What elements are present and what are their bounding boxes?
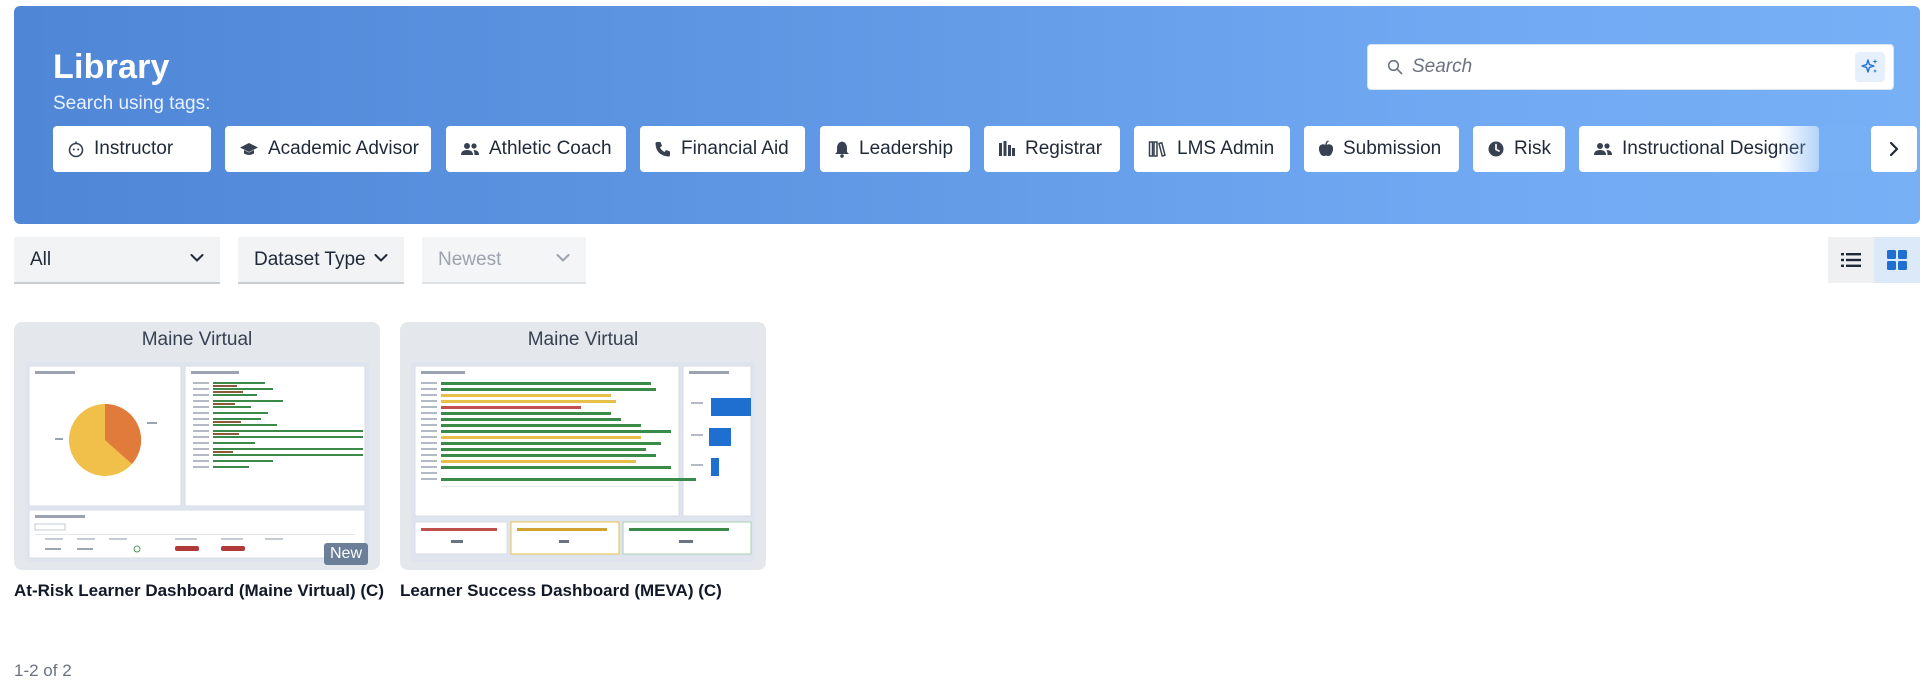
chevron-right-icon: [1889, 141, 1899, 157]
sparkle-icon: [1861, 59, 1878, 73]
tag-label: LMS Admin: [1177, 138, 1275, 159]
tag-label: Submission: [1343, 138, 1442, 159]
users-icon: [1594, 143, 1612, 155]
instructor-icon: [68, 141, 84, 158]
tag-risk[interactable]: Risk: [1473, 126, 1565, 172]
card-title[interactable]: Learner Success Dashboard (MEVA) (C): [400, 579, 820, 603]
dataset-type-value: Dataset Type: [254, 248, 366, 270]
tag-submission[interactable]: Submission: [1304, 126, 1459, 172]
tag-leadership[interactable]: Leadership: [820, 126, 970, 172]
sort-value: Newest: [438, 248, 502, 270]
tag-label: Athletic Coach: [489, 138, 612, 159]
tag-label: Financial Aid: [681, 138, 789, 159]
list-icon: [1841, 253, 1861, 267]
tag-registrar[interactable]: Registrar: [984, 126, 1120, 172]
list-view-button[interactable]: [1828, 237, 1874, 283]
search-box[interactable]: [1367, 44, 1894, 90]
card-org-label: Maine Virtual: [527, 329, 639, 350]
users-icon: [461, 143, 479, 155]
building-icon: [999, 141, 1015, 156]
tag-athletic-coach[interactable]: Athletic Coach: [446, 126, 626, 172]
dashboard-card[interactable]: Maine Virtual: [400, 322, 766, 570]
tag-label: Leadership: [859, 138, 954, 159]
tag-lms-admin[interactable]: LMS Admin: [1134, 126, 1290, 172]
tag-row-fade: [1778, 126, 1868, 172]
chevron-down-icon: [556, 254, 570, 262]
tag-label: Risk: [1514, 138, 1551, 159]
grid-icon: [1887, 250, 1907, 270]
dashboard-thumbnail: [25, 362, 369, 562]
chevron-down-icon: [190, 254, 204, 262]
tag-label: Instructor: [94, 138, 174, 159]
phone-icon: [655, 142, 670, 157]
dataset-type-select[interactable]: Dataset Type: [238, 237, 404, 284]
bell-icon: [835, 141, 849, 158]
tag-label: Academic Advisor: [268, 138, 420, 159]
tag-financial-aid[interactable]: Financial Aid: [640, 126, 805, 172]
dashboard-thumbnail: [411, 362, 755, 562]
tag-row: Instructor Academic Advisor Athletic Coa…: [53, 126, 1917, 172]
library-banner: Library Search using tags: Instructor Ac…: [14, 6, 1920, 224]
ai-search-button[interactable]: [1855, 52, 1885, 82]
clock-icon: [1488, 141, 1504, 157]
new-badge: New: [323, 543, 368, 565]
card-title[interactable]: At-Risk Learner Dashboard (Maine Virtual…: [14, 579, 384, 603]
dashboard-card[interactable]: Maine Virtual: [14, 322, 380, 570]
all-filter-select[interactable]: All: [14, 237, 220, 284]
tag-academic-advisor[interactable]: Academic Advisor: [225, 126, 431, 172]
tags-next-button[interactable]: [1871, 126, 1917, 172]
search-input[interactable]: [1412, 53, 1832, 81]
grid-view-button[interactable]: [1874, 237, 1920, 283]
sort-select[interactable]: Newest: [422, 237, 586, 284]
tag-instructor[interactable]: Instructor: [53, 126, 211, 172]
page-title: Library: [53, 48, 170, 86]
card-org-label: Maine Virtual: [141, 329, 253, 350]
pagination-status: 1-2 of 2: [14, 661, 72, 680]
all-filter-value: All: [30, 248, 52, 270]
apple-icon: [1318, 140, 1334, 156]
library-icon: [1148, 141, 1166, 157]
tag-label: Registrar: [1025, 138, 1103, 159]
tags-subtitle: Search using tags:: [53, 93, 211, 114]
search-icon: [1387, 59, 1403, 75]
graduation-cap-icon: [240, 143, 258, 155]
chevron-down-icon: [374, 254, 388, 262]
